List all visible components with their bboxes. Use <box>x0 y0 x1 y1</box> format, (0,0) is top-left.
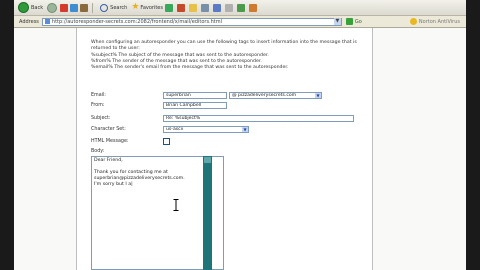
back-arrow-icon <box>18 2 29 13</box>
html-message-checkbox[interactable] <box>163 138 170 145</box>
body-scrollbar[interactable] <box>203 156 212 270</box>
history-icon[interactable] <box>165 3 173 12</box>
charset-select[interactable]: us-ascii ▼ <box>163 126 249 133</box>
video-letterbox-left <box>0 0 14 270</box>
go-arrow-icon <box>345 18 353 25</box>
domain-value: @ pizzadeliverysecrets.com <box>232 93 297 98</box>
research-icon[interactable] <box>249 3 257 12</box>
home-icon[interactable] <box>80 3 89 12</box>
from-field[interactable]: Brian Campbell <box>163 102 227 109</box>
url-text: http://autoresponder-secrets.com:2082/fr… <box>51 18 223 25</box>
star-icon: ★ <box>131 2 140 12</box>
go-button[interactable]: Go <box>345 18 362 25</box>
back-label: Back <box>31 4 44 11</box>
from-label: From: <box>91 103 105 108</box>
video-letterbox-right <box>466 0 480 270</box>
search-icon <box>100 3 109 12</box>
body-label: Body: <box>91 149 105 154</box>
search-button[interactable]: Search <box>100 2 127 14</box>
url-input[interactable]: http://autoresponder-secrets.com:2082/fr… <box>41 17 342 26</box>
print-icon[interactable] <box>201 3 209 12</box>
chevron-down-icon: ▼ <box>242 127 248 132</box>
autoresponder-page: When configuring an autoresponder you ca… <box>76 28 373 270</box>
scroll-up-icon[interactable] <box>204 157 211 163</box>
favorites-button[interactable]: ★ Favorites <box>131 2 163 14</box>
forward-arrow-icon <box>47 2 58 13</box>
email-label: Email: <box>91 93 106 98</box>
email-field[interactable]: superbrian <box>163 92 227 99</box>
html-message-label: HTML Message: <box>91 139 129 144</box>
intro-text: When configuring an autoresponder you ca… <box>91 40 366 71</box>
refresh-icon[interactable] <box>70 3 79 12</box>
toolbar-separator <box>92 2 94 13</box>
subject-field[interactable]: Re: %subject% <box>163 115 354 122</box>
favorites-label: Favorites <box>140 4 163 11</box>
browser-toolbar: Back Search ★ Favorites <box>14 0 466 16</box>
discuss-icon[interactable] <box>225 3 233 12</box>
address-label: Address <box>19 18 39 25</box>
forward-button[interactable] <box>47 2 59 14</box>
url-dropdown-icon[interactable]: ▼ <box>333 18 341 25</box>
norton-toolbar[interactable]: Norton AntiVirus <box>409 18 460 25</box>
intro-line: %email% The sender's email from the mess… <box>91 65 289 71</box>
page-favicon-icon <box>44 19 50 24</box>
mail-icon[interactable] <box>189 3 197 12</box>
media-icon[interactable] <box>177 3 185 12</box>
go-label: Go <box>354 18 362 25</box>
norton-label: Norton AntiVirus <box>418 18 460 25</box>
edit-icon[interactable] <box>213 3 221 12</box>
domain-select[interactable]: @ pizzadeliverysecrets.com ▼ <box>229 92 322 99</box>
search-label: Search <box>110 4 128 11</box>
messenger-icon[interactable] <box>237 3 245 12</box>
browser-content: When configuring an autoresponder you ca… <box>14 28 466 270</box>
back-button[interactable]: Back <box>18 2 43 14</box>
charset-value: us-ascii <box>166 127 184 132</box>
norton-icon <box>409 18 417 25</box>
charset-label: Character Set: <box>91 127 126 132</box>
address-bar: Address http://autoresponder-secrets.com… <box>14 16 466 28</box>
text-cursor-icon <box>173 199 179 211</box>
body-line: I'm sorry but I a| <box>94 182 133 187</box>
subject-label: Subject: <box>91 116 111 121</box>
stop-icon[interactable] <box>60 3 69 12</box>
chevron-down-icon: ▼ <box>315 93 321 98</box>
